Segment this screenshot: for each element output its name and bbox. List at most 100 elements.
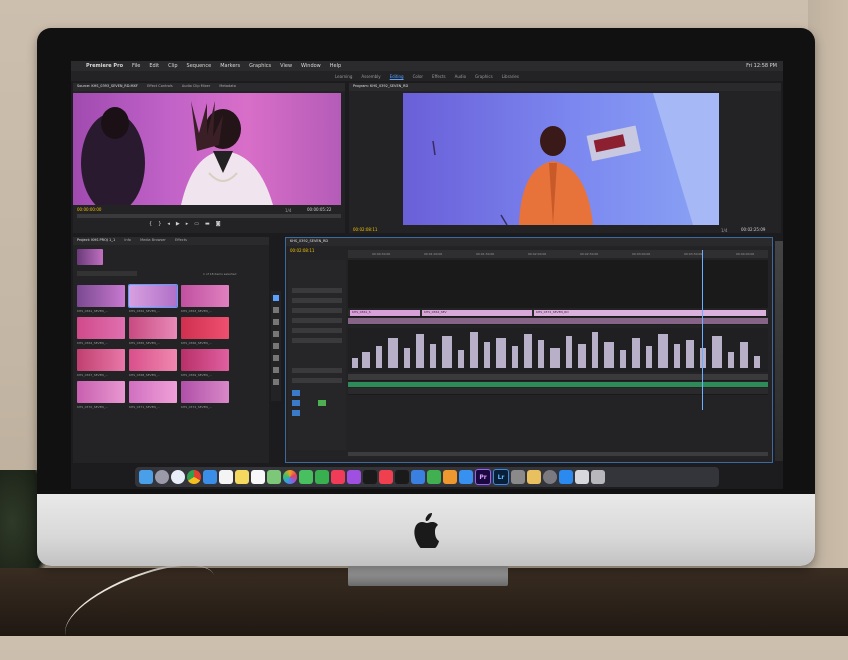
tab-media-browser[interactable]: Media Browser [140,238,166,242]
numbers-icon[interactable] [427,470,441,484]
clip-thumbnail[interactable] [129,349,177,371]
tab-sequence[interactable]: KHS_0392_SEVEN_RD [290,239,328,243]
menu-edit[interactable]: Edit [149,63,159,69]
overwrite-icon[interactable]: ▬ [205,221,210,229]
source-fit-dropdown[interactable]: 1/4 [285,208,291,213]
audio-clip[interactable] [674,344,680,368]
menu-view[interactable]: View [280,63,292,69]
source-video-frame[interactable] [73,93,341,205]
audio-clip[interactable] [352,358,358,368]
workspace-assembly[interactable]: Assembly [361,74,380,79]
system-prefs-icon[interactable] [543,470,557,484]
audio-clip[interactable] [566,336,572,368]
audio-clip[interactable] [700,348,706,368]
launchpad-icon[interactable] [155,470,169,484]
photos-icon[interactable] [283,470,297,484]
timeline-zoom-scrollbar[interactable] [348,452,768,456]
project-search-input[interactable] [77,271,137,276]
audio-clip[interactable] [524,334,532,368]
calendar-icon[interactable] [219,470,233,484]
music-icon[interactable] [331,470,345,484]
audio-clip[interactable] [376,346,382,368]
audio-clip[interactable] [470,332,478,368]
audio-clip[interactable] [484,342,490,368]
audio-target-icon[interactable] [292,410,300,416]
audio-clip[interactable] [632,338,640,368]
downloads-icon[interactable] [575,470,589,484]
step-forward-icon[interactable]: ▸ [186,221,189,229]
premiere-icon[interactable]: Pr [475,469,491,485]
photoshop-icon[interactable] [511,470,525,484]
track-toggle[interactable] [292,328,342,333]
tab-program[interactable]: Program: KHS_0392_SEVEN_RD [353,84,408,88]
audio-clip[interactable] [686,340,694,368]
mute-solo-toggle[interactable] [318,400,326,406]
podcasts-icon[interactable] [347,470,361,484]
step-back-icon[interactable]: ◂ [167,221,170,229]
clip-thumbnail[interactable] [77,381,125,403]
track-toggle[interactable] [292,368,342,373]
track-toggle[interactable] [292,338,342,343]
mark-in-icon[interactable]: { [149,221,152,229]
insert-icon[interactable]: ▭ [194,221,199,229]
audio-clip[interactable] [362,352,370,368]
clip-thumbnail[interactable] [77,317,125,339]
timeline-timecode[interactable]: 00:02:08:11 [290,248,314,253]
lightroom-icon[interactable]: Lr [493,469,509,485]
hand-tool-icon[interactable] [273,367,279,373]
audio-clip[interactable] [658,334,668,368]
menu-clip[interactable]: Clip [168,63,177,69]
audio-clip[interactable] [550,348,560,368]
pen-tool-icon[interactable] [273,355,279,361]
program-fit-dropdown[interactable]: 1/4 [721,228,727,233]
news-icon[interactable] [379,470,393,484]
ripple-edit-tool-icon[interactable] [273,319,279,325]
track-toggle[interactable] [292,308,342,313]
menu-graphics[interactable]: Graphics [249,63,271,69]
audio-clip[interactable] [512,346,518,368]
source-scrubber[interactable] [77,214,341,218]
audio-track-music[interactable] [348,382,768,387]
timeline-clip[interactable]: KHS_0361_S [350,310,420,316]
tab-metadata[interactable]: Metadata [219,84,236,88]
chrome-icon[interactable] [187,470,201,484]
reminders-icon[interactable] [251,470,265,484]
keynote-icon[interactable] [411,470,425,484]
workspace-audio[interactable]: Audio [455,74,466,79]
slip-tool-icon[interactable] [273,343,279,349]
audio-clip[interactable] [458,350,464,368]
trash-icon[interactable] [591,470,605,484]
source-timecode-in[interactable]: 00:00:00:00 [77,207,101,212]
audio-clip[interactable] [604,342,614,368]
workspace-graphics[interactable]: Graphics [475,74,493,79]
menubar-clock[interactable]: Fri 12:58 PM [746,63,777,69]
selection-tool-icon[interactable] [273,295,279,301]
timeline-clip[interactable]: KHS_0364_SEV [422,310,532,316]
play-icon[interactable]: ▶ [176,221,180,229]
menu-help[interactable]: Help [330,63,341,69]
clip-thumbnail[interactable] [128,284,178,308]
clip-thumbnail[interactable] [129,317,177,339]
workspace-editing[interactable]: Editing [390,74,404,79]
clip-thumbnail[interactable] [181,285,229,307]
tab-effect-controls[interactable]: Effect Controls [147,84,173,88]
razor-tool-icon[interactable] [273,331,279,337]
appstore-icon[interactable] [459,470,473,484]
audio-target-icon[interactable] [292,400,300,406]
mail-icon[interactable] [203,470,217,484]
track-select-tool-icon[interactable] [273,307,279,313]
workspace-effects[interactable]: Effects [432,74,446,79]
tab-audio-clip-mixer[interactable]: Audio Clip Mixer [182,84,210,88]
track-toggle[interactable] [292,298,342,303]
clip-thumbnail[interactable] [129,381,177,403]
maps-icon[interactable] [267,470,281,484]
type-tool-icon[interactable] [273,379,279,385]
timeline-playhead[interactable] [702,250,703,410]
tab-project[interactable]: Project: KHS PROJ 1_1 [77,238,115,242]
clip-thumbnail[interactable] [181,349,229,371]
tv-icon[interactable] [363,470,377,484]
audio-clip[interactable] [496,338,506,368]
project-preview-thumbnail[interactable] [77,249,103,265]
audio-target-icon[interactable] [292,390,300,396]
audio-clip[interactable] [592,332,598,368]
